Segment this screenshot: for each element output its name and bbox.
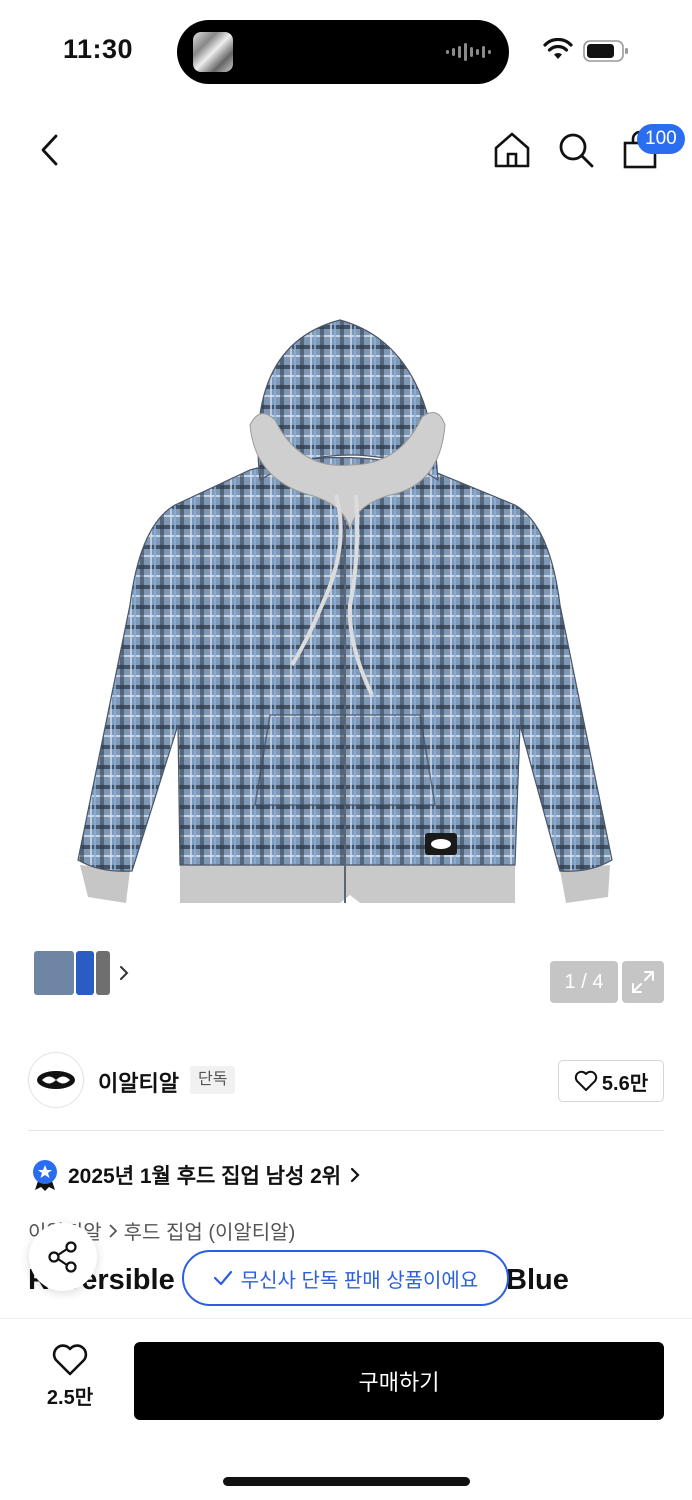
brand-logo[interactable]: [28, 1052, 84, 1108]
share-icon: [48, 1241, 77, 1273]
product-title-end: Blue: [506, 1264, 569, 1296]
exclusive-toast: 무신사 단독 판매 상품이에요: [182, 1250, 509, 1306]
now-playing-artwork: [193, 32, 233, 72]
product-image[interactable]: [60, 305, 630, 915]
thumbnail-strip[interactable]: [28, 943, 145, 1003]
home-button[interactable]: [484, 120, 540, 180]
home-icon: [494, 132, 530, 168]
search-icon: [559, 133, 594, 168]
heart-icon: [52, 1344, 88, 1376]
bottom-action-bar: 2.5만 구매하기: [0, 1318, 692, 1500]
chevron-right-icon: [351, 1167, 360, 1183]
wifi-icon: [543, 38, 573, 59]
check-icon: [213, 1270, 232, 1286]
dynamic-island: [177, 20, 509, 84]
buy-button[interactable]: 구매하기: [134, 1342, 664, 1420]
thumbnail-gray[interactable]: [96, 951, 110, 995]
status-bar: 11:30: [0, 0, 692, 100]
status-time: 11:30: [63, 34, 134, 64]
expand-icon: [632, 971, 654, 993]
divider: [28, 1130, 664, 1131]
brand-row: 이알티알 단독 5.6만: [28, 1052, 664, 1110]
exclusive-tag: 단독: [190, 1066, 236, 1094]
battery-icon: [583, 40, 628, 62]
ranking-link[interactable]: 2025년 1월 후드 집업 남성 2위: [30, 1158, 361, 1192]
expand-image-button[interactable]: [622, 961, 664, 1003]
chevron-left-icon: [41, 134, 58, 166]
thumbnail-plaid[interactable]: [34, 951, 74, 995]
breadcrumb-category[interactable]: 후드 집업 (이알티알): [124, 1216, 296, 1245]
brand-like-count: 5.6만: [601, 1072, 649, 1095]
chevron-right-icon: [108, 1223, 117, 1238]
heart-icon: [574, 1070, 598, 1091]
wishlist-button[interactable]: 2.5만: [28, 1343, 112, 1423]
share-button[interactable]: [29, 1223, 97, 1291]
wishlist-count: 2.5만: [46, 1387, 94, 1409]
home-indicator: [223, 1477, 470, 1486]
cart-count-badge: 100: [637, 124, 685, 154]
brand-like-button[interactable]: 5.6만: [558, 1060, 664, 1102]
top-navigation: [0, 120, 692, 182]
ranking-text: 2025년 1월 후드 집업 남성 2위: [68, 1165, 342, 1188]
ranking-badge-icon: [33, 1160, 57, 1191]
thumbnail-blue[interactable]: [76, 951, 94, 995]
brand-name[interactable]: 이알티알: [98, 1066, 179, 1098]
image-counter: 1 / 4: [550, 961, 618, 1003]
audio-wave-icon: [446, 42, 491, 62]
search-button[interactable]: [548, 120, 604, 180]
chevron-right-icon: [120, 966, 129, 980]
brand-logo-mark: [37, 1071, 75, 1089]
toast-text: 무신사 단독 판매 상품이에요: [240, 1269, 479, 1292]
back-button[interactable]: [22, 120, 78, 180]
